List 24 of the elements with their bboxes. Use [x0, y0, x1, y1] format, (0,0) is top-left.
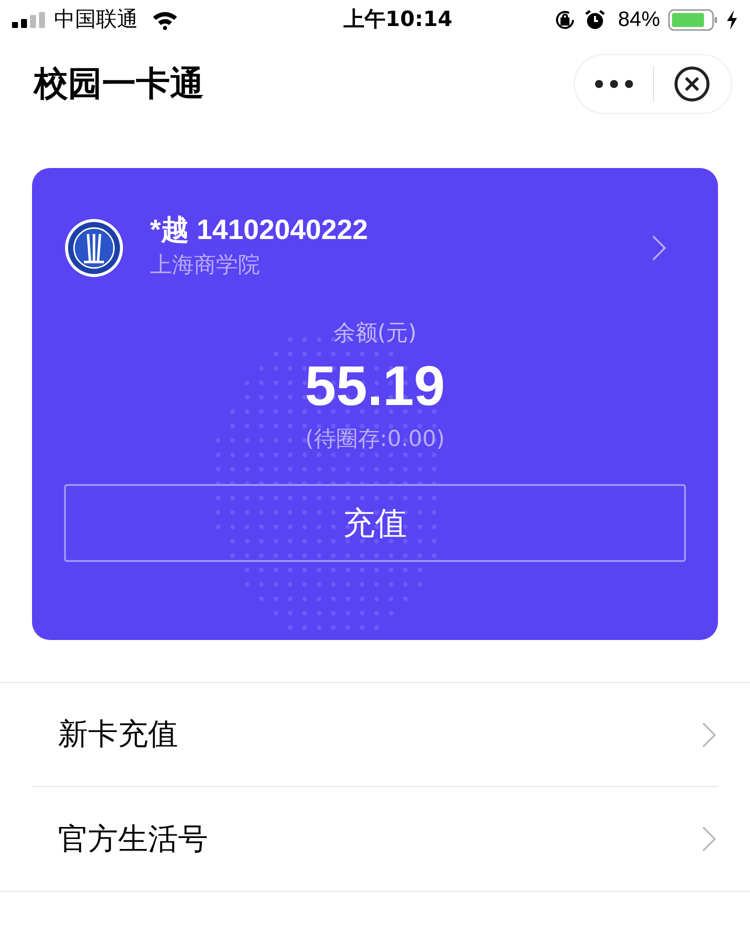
- more-icon: [594, 80, 633, 88]
- alarm-icon: [584, 9, 606, 31]
- close-icon: [674, 66, 710, 102]
- menu-item[interactable]: 官方生活号: [32, 787, 718, 891]
- school-name: 上海商学院: [150, 252, 261, 280]
- battery-icon: [668, 9, 718, 31]
- rotation-lock-icon: [554, 9, 576, 31]
- signal-icon: [12, 12, 46, 28]
- school-emblem-icon: [64, 218, 124, 278]
- balance-amount: 55.19: [304, 353, 446, 419]
- chevron-right-icon: [652, 235, 666, 261]
- battery-percent: 84%: [618, 7, 660, 34]
- chevron-right-icon: [702, 722, 716, 748]
- page-title: 校园一卡通: [34, 62, 204, 106]
- charging-bolt-icon: [726, 10, 738, 30]
- card-holder: *越 14102040222: [150, 213, 369, 247]
- recharge-button[interactable]: 充值: [64, 484, 686, 562]
- wifi-icon: [152, 10, 178, 30]
- menu-item[interactable]: 新卡充值: [32, 683, 718, 787]
- balance-label: 余额(元): [333, 320, 417, 348]
- pending-amount: (待圈存:0.00): [305, 426, 445, 454]
- carrier-name: 中国联通: [54, 6, 138, 34]
- chevron-right-icon: [702, 826, 716, 852]
- clock-time: 上午10:14: [342, 6, 454, 34]
